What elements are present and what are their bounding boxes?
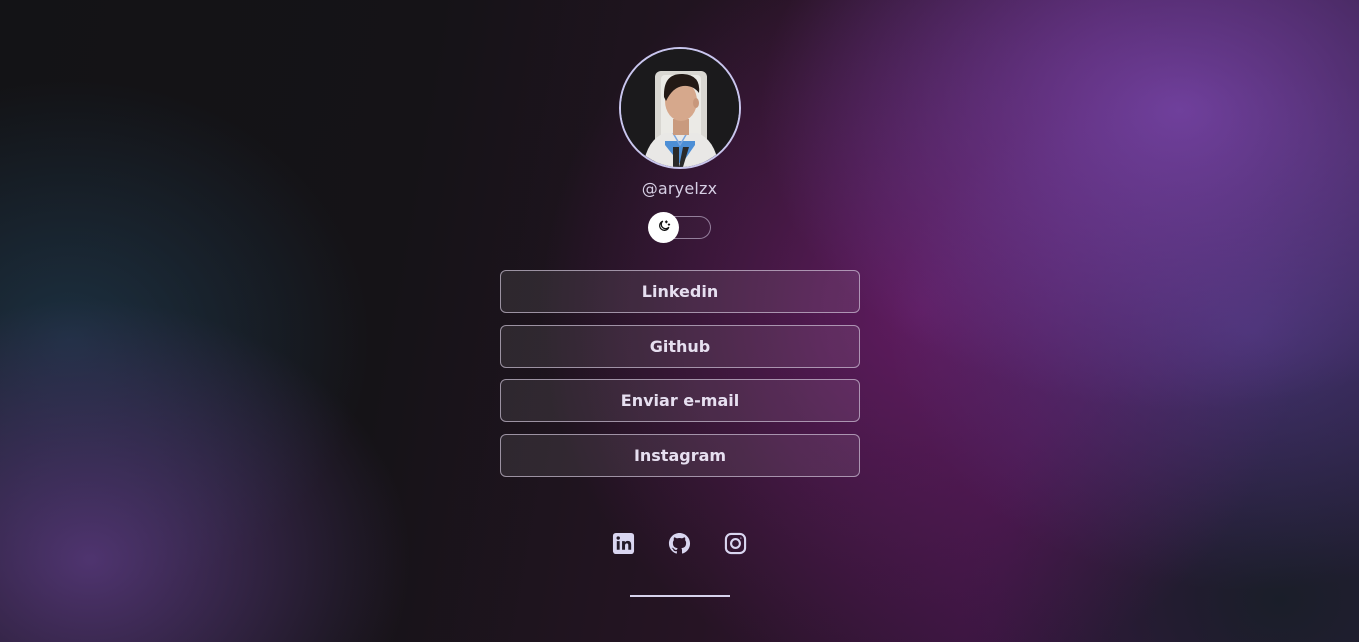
profile-handle: @aryelzx xyxy=(641,179,718,198)
github-icon[interactable] xyxy=(668,531,691,556)
email-link-button[interactable]: Enviar e-mail xyxy=(500,379,860,422)
moon-stars-icon xyxy=(657,218,671,237)
link-list: Linkedin Github Enviar e-mail Instagram xyxy=(500,270,860,488)
footer-divider xyxy=(630,595,730,597)
theme-toggle[interactable] xyxy=(648,212,711,243)
linkedin-link-button[interactable]: Linkedin xyxy=(500,270,860,313)
social-icons xyxy=(0,531,1359,556)
github-link-button[interactable]: Github xyxy=(500,324,860,368)
profile-page: @aryelzx Linkedin Github Enviar e-mail I… xyxy=(0,0,1359,642)
profile-photo xyxy=(621,49,739,167)
instagram-link-button[interactable]: Instagram xyxy=(500,433,860,477)
instagram-icon[interactable] xyxy=(724,531,747,556)
toggle-knob[interactable] xyxy=(648,212,679,243)
linkedin-icon[interactable] xyxy=(612,531,635,556)
avatar xyxy=(619,47,741,169)
